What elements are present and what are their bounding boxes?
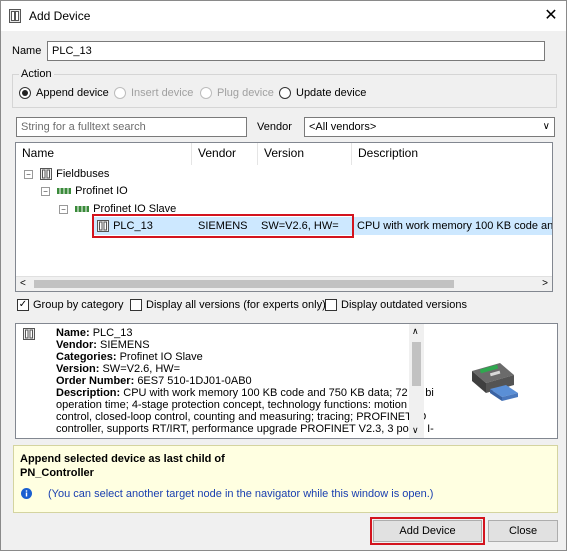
target-hint-panel: Append selected device as last child of … — [13, 445, 558, 513]
column-header-name[interactable]: Name — [16, 143, 192, 165]
radio-dot — [200, 87, 212, 99]
add-device-dialog: Add Device ✕ Name PLC_13 Action Append d… — [0, 0, 567, 551]
name-input[interactable]: PLC_13 — [47, 41, 545, 61]
device-description-cell: CPU with work memory 100 KB code and 750 — [357, 220, 553, 232]
insert-device-radio[interactable]: Insert device — [114, 87, 193, 99]
network-icon — [75, 206, 90, 213]
checkbox-box — [130, 299, 142, 311]
plc-device-icon — [23, 328, 35, 340]
display-all-versions-checkbox[interactable]: Display all versions (for experts only) — [130, 299, 326, 311]
hint-target-node: PN_Controller — [20, 467, 94, 479]
checkmark-icon: ✓ — [17, 299, 29, 311]
scroll-up-icon[interactable]: ∧ — [412, 326, 419, 337]
group-by-category-checkbox[interactable]: ✓ Group by category — [17, 299, 124, 311]
fieldbus-icon — [40, 168, 53, 181]
checkbox-box — [325, 299, 337, 311]
info-name: Name: PLC_13 — [56, 327, 133, 339]
info-description-cont: controller, supports RT/IRT, performance… — [56, 423, 434, 435]
scroll-down-icon[interactable]: ∨ — [412, 425, 419, 436]
window-title: Add Device — [29, 9, 91, 23]
radio-dot — [19, 87, 31, 99]
device-info-panel: Name: PLC_13 Vendor: SIEMENS Categories:… — [15, 323, 558, 439]
chevron-down-icon: ∨ — [542, 121, 550, 132]
append-device-radio[interactable]: Append device — [19, 87, 109, 99]
fulltext-search-input[interactable]: String for a fulltext search — [16, 117, 247, 137]
tree-node-profinet-io[interactable]: − Profinet IO — [41, 182, 128, 200]
insert-device-label: Insert device — [131, 87, 194, 99]
vendor-label: Vendor — [257, 121, 292, 133]
horizontal-scrollbar[interactable]: < > — [16, 276, 552, 291]
hint-line-1: Append selected device as last child of — [20, 453, 225, 465]
network-icon — [57, 188, 72, 195]
highlight-add-device-button — [370, 517, 485, 545]
collapse-icon[interactable]: − — [24, 169, 33, 179]
update-device-label: Update device — [296, 87, 367, 99]
plug-device-radio[interactable]: Plug device — [200, 87, 274, 99]
info-order-number: Order Number: 6ES7 510-1DJ01-0AB0 — [56, 375, 252, 387]
hint-note: (You can select another target node in t… — [48, 488, 434, 500]
vendor-select-value: <All vendors> — [309, 121, 377, 133]
vendor-select[interactable]: <All vendors> ∨ — [304, 117, 555, 137]
append-device-label: Append device — [36, 87, 109, 99]
scroll-right-icon[interactable]: > — [542, 277, 548, 291]
info-description: Description: CPU with work memory 100 KB… — [56, 387, 437, 399]
plug-device-label: Plug device — [217, 87, 274, 99]
column-header-vendor[interactable]: Vendor — [192, 143, 258, 165]
radio-dot — [114, 87, 126, 99]
display-all-versions-label: Display all versions (for experts only) — [146, 299, 326, 311]
group-by-category-label: Group by category — [33, 299, 124, 311]
scroll-thumb[interactable] — [34, 280, 454, 288]
close-window-button[interactable]: ✕ — [536, 1, 566, 31]
scroll-thumb[interactable] — [412, 342, 421, 386]
vertical-scrollbar[interactable]: ∧ ∨ — [409, 324, 424, 438]
display-outdated-label: Display outdated versions — [341, 299, 467, 311]
info-description-cont: control, closed-loop control, counting a… — [56, 411, 427, 423]
info-vendor: Vendor: SIEMENS — [56, 339, 150, 351]
info-categories: Categories: Profinet IO Slave — [56, 351, 203, 363]
tree-node-fieldbuses[interactable]: − Fieldbuses — [24, 165, 109, 183]
title-bar: Add Device ✕ — [1, 1, 566, 31]
info-version: Version: SW=V2.6, HW= — [56, 363, 181, 375]
action-label: Action — [19, 68, 54, 80]
column-header-description[interactable]: Description — [352, 143, 552, 165]
update-device-radio[interactable]: Update device — [279, 87, 366, 99]
info-icon — [21, 488, 32, 499]
plc-hardware-icon — [472, 363, 518, 401]
highlight-selected-device — [92, 214, 354, 238]
radio-dot — [279, 87, 291, 99]
collapse-icon[interactable]: − — [41, 186, 50, 196]
collapse-icon[interactable]: − — [59, 204, 68, 214]
device-image — [434, 327, 554, 435]
scroll-left-icon[interactable]: < — [20, 277, 26, 291]
column-header-version[interactable]: Version — [258, 143, 352, 165]
device-icon — [9, 9, 21, 23]
info-description-cont: operation time; 4-stage protection conce… — [56, 399, 407, 411]
close-button[interactable]: Close — [488, 520, 558, 542]
tree-node-label: Fieldbuses — [56, 168, 110, 180]
display-outdated-checkbox[interactable]: Display outdated versions — [325, 299, 467, 311]
device-tree: Name Vendor Version Description − Fieldb… — [15, 142, 553, 292]
name-label: Name — [12, 45, 42, 57]
tree-node-label: Profinet IO — [75, 185, 128, 197]
